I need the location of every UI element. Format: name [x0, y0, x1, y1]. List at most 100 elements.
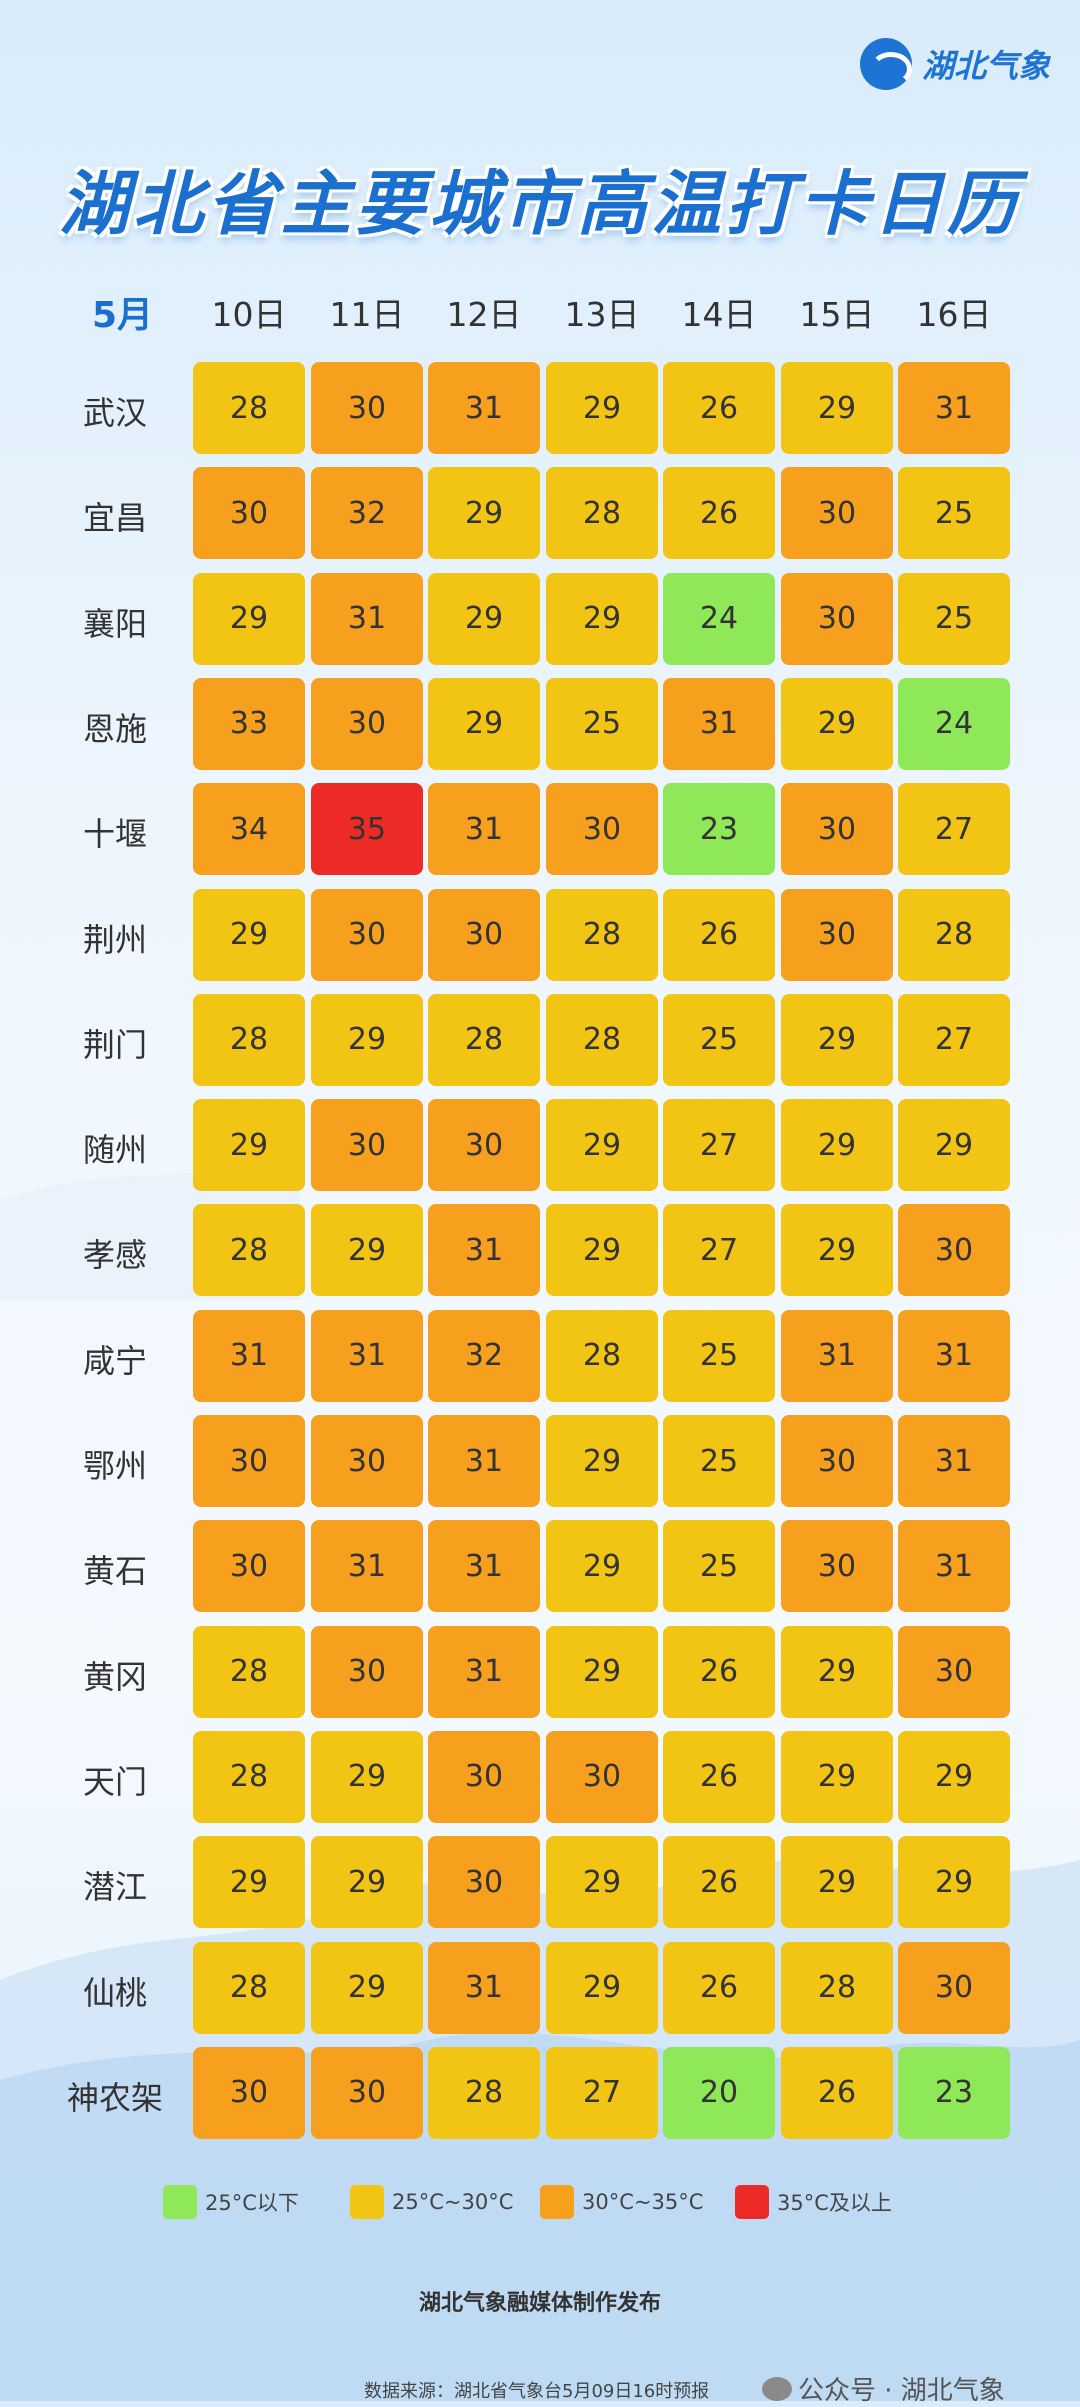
temperature-cell: 29 [428, 467, 540, 560]
temperature-cell: 29 [311, 1941, 423, 2034]
wechat-account-text: 公众号 · 湖北气象 [798, 2376, 1005, 2406]
city-label: 武汉 [82, 394, 147, 432]
temperature-cell: 30 [781, 1415, 893, 1507]
temperature-cell: 29 [898, 1730, 1010, 1823]
temperature-cell: 29 [546, 1204, 658, 1297]
day-header: 10日 [211, 295, 287, 334]
temperature-cell: 26 [663, 1941, 775, 2034]
publisher-text: 湖北气象融媒体制作发布 [418, 2291, 661, 2316]
temperature-cell: 30 [898, 1625, 1010, 1718]
temperature-cell: 29 [781, 1099, 893, 1192]
legend-swatch [350, 2185, 384, 2219]
temperature-cell: 29 [311, 1730, 423, 1823]
temperature-cell: 28 [546, 467, 658, 560]
temperature-cell: 26 [663, 362, 775, 454]
temperature-cell: 29 [193, 1099, 305, 1192]
temperature-cell: 28 [193, 993, 305, 1086]
day-header: 13日 [564, 295, 640, 334]
city-label: 咸宁 [82, 1341, 147, 1380]
temperature-cell: 30 [428, 888, 540, 981]
legend-label: 35°C及以上 [777, 2191, 892, 2215]
temperature-cell: 31 [428, 783, 540, 876]
temperature-cell: 28 [546, 888, 658, 981]
city-label: 仙桃 [82, 1973, 147, 2012]
temperature-cell: 26 [663, 467, 775, 560]
temperature-cell: 30 [781, 888, 893, 981]
temperature-cell: 29 [311, 993, 423, 1086]
temperature-cell: 25 [546, 677, 658, 770]
temperature-cell: 31 [898, 1309, 1010, 1402]
temperature-cell: 25 [663, 1520, 775, 1613]
temperature-cell: 29 [546, 1941, 658, 2034]
temperature-cell: 30 [311, 362, 423, 454]
temperature-calendar: 5月 10日 11日 12日 13日 14日 15日 16日 武汉 28 30 31 29 26 29 31… [0, 0, 1080, 2401]
temperature-cell: 35 [311, 783, 423, 876]
temperature-cell: 30 [311, 888, 423, 981]
temperature-cell: 31 [428, 1625, 540, 1718]
temperature-cell: 28 [546, 1309, 658, 1402]
temperature-cell: 30 [311, 1415, 423, 1507]
city-label: 襄阳 [82, 604, 147, 643]
temperature-cell: 29 [546, 1099, 658, 1192]
temperature-cell: 29 [311, 1204, 423, 1297]
city-label: 孝感 [82, 1236, 147, 1275]
temperature-cell: 30 [193, 1520, 305, 1613]
temperature-cell: 26 [663, 1625, 775, 1718]
temperature-cell: 30 [428, 1836, 540, 1929]
temperature-cell: 25 [663, 993, 775, 1086]
day-header: 14日 [681, 295, 757, 334]
day-header: 16日 [916, 295, 992, 334]
legend-swatch [735, 2185, 769, 2219]
temperature-cell: 26 [663, 1836, 775, 1929]
temperature-cell: 30 [193, 467, 305, 560]
legend-label: 25°C以下 [205, 2191, 299, 2215]
legend-item: 30°C~35°C [540, 2185, 703, 2219]
month-label: 5月 [92, 295, 154, 336]
temperature-cell: 34 [193, 783, 305, 876]
temperature-cell: 28 [193, 1204, 305, 1297]
temperature-cell: 31 [428, 1204, 540, 1297]
temperature-cell: 30 [311, 1099, 423, 1192]
day-header: 11日 [329, 295, 405, 334]
temperature-cell: 30 [781, 783, 893, 876]
temperature-cell: 31 [311, 572, 423, 665]
temperature-cell: 31 [898, 1415, 1010, 1507]
temperature-cell: 27 [546, 2046, 658, 2139]
temperature-cell: 28 [428, 993, 540, 1086]
temperature-cell: 26 [663, 1730, 775, 1823]
temperature-cell: 31 [311, 1520, 423, 1613]
city-label: 黄石 [82, 1552, 147, 1591]
temperature-cell: 28 [193, 1625, 305, 1718]
city-label: 荆门 [82, 1025, 147, 1064]
temperature-cell: 29 [546, 1836, 658, 1929]
temperature-cell: 29 [898, 1836, 1010, 1929]
wechat-icon [762, 2376, 792, 2401]
city-label: 天门 [82, 1762, 147, 1801]
city-label: 十堰 [82, 815, 147, 854]
day-header: 15日 [799, 295, 875, 334]
temperature-cell: 28 [781, 1941, 893, 2034]
temperature-cell: 20 [663, 2046, 775, 2139]
temperature-cell: 28 [898, 888, 1010, 981]
data-source-text: 数据来源：湖北省气象台5月09日16时预报 [364, 2381, 710, 2402]
temperature-cell: 31 [428, 1415, 540, 1507]
city-label: 黄冈 [82, 1657, 147, 1696]
temperature-cell: 23 [898, 2046, 1010, 2139]
legend-swatch [540, 2185, 574, 2219]
temperature-cell: 32 [311, 467, 423, 560]
temperature-cell: 30 [898, 1204, 1010, 1297]
temperature-cell: 31 [311, 1309, 423, 1402]
temperature-cell: 28 [428, 2046, 540, 2139]
temperature-cell: 24 [663, 572, 775, 665]
temperature-cell: 30 [193, 1415, 305, 1507]
temperature-cell: 29 [428, 572, 540, 665]
temperature-cell: 25 [898, 572, 1010, 665]
temperature-cell: 29 [546, 572, 658, 665]
temperature-cell: 30 [311, 2046, 423, 2139]
temperature-cell: 29 [781, 677, 893, 770]
temperature-cell: 27 [663, 1099, 775, 1192]
city-label: 荆州 [82, 920, 147, 959]
legend-label: 25°C~30°C [392, 2190, 514, 2214]
temperature-cell: 25 [663, 1415, 775, 1507]
temperature-cell: 29 [428, 677, 540, 770]
